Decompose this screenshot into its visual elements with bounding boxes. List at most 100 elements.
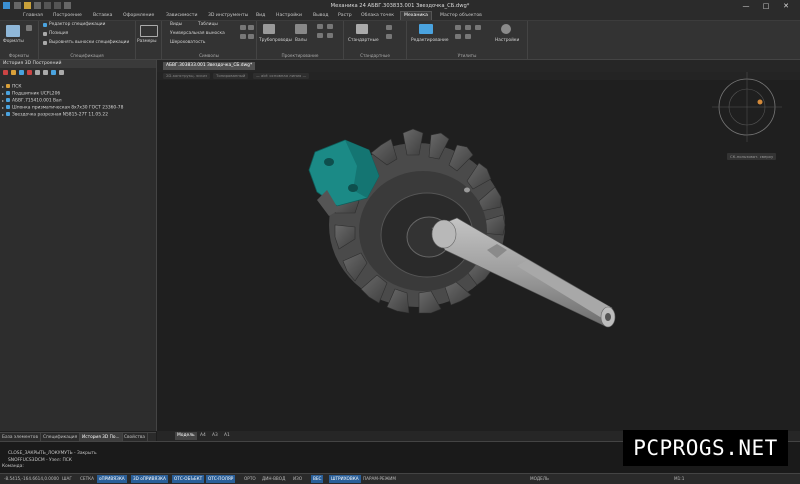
view-mode-shaded[interactable]: Тонированный (213, 73, 249, 79)
view-mode-sketch[interactable]: 2D-конструкц. эскиз (163, 73, 211, 79)
settings-button[interactable]: Настройки (495, 38, 519, 43)
tree-item[interactable]: Шпонка призматическая 8х7х30 ГОСТ 23360-… (6, 105, 123, 111)
utility-icon-5[interactable] (465, 34, 471, 39)
layout-tab-a1[interactable]: А1 (222, 432, 232, 440)
tab-3d-tools[interactable]: 3D инструменты (205, 12, 251, 20)
shafts-icon[interactable] (295, 24, 307, 34)
expand-arrow-icon[interactable]: ▸ (2, 91, 4, 96)
formats-button[interactable]: Форматы (3, 39, 24, 44)
spring-tool-icon[interactable] (327, 24, 333, 29)
tab-constraints[interactable]: Зависимости (163, 12, 200, 20)
model-viewport[interactable] (157, 72, 800, 431)
belt-tool-icon[interactable] (327, 33, 333, 38)
scale-selector[interactable]: М1:1 (672, 475, 686, 483)
tab-output[interactable]: Вывод (310, 12, 331, 20)
settings-gear-icon[interactable] (501, 24, 511, 34)
expand-arrow-icon[interactable]: ▸ (2, 112, 4, 117)
tab-settings[interactable]: Настройки (273, 12, 305, 20)
shafts-button[interactable]: Валы (295, 38, 307, 43)
toggle-lineweight[interactable]: ВЕС (311, 475, 324, 483)
symbol-tool-icon[interactable] (240, 25, 246, 30)
delete-icon[interactable] (27, 70, 32, 75)
toggle-ortho[interactable]: ОРТО (242, 475, 258, 483)
tab-mechanics[interactable]: Механика (400, 11, 432, 20)
close-button[interactable]: ✕ (776, 0, 796, 12)
toggle-param-mode[interactable]: ПАРАМ-РЕЖИМ (361, 475, 398, 483)
universal-leader-button[interactable]: Универсальная выноска (170, 31, 225, 36)
view-cube-icon[interactable] (712, 72, 782, 142)
hide-icon[interactable] (59, 70, 64, 75)
utility-icon-4[interactable] (455, 34, 461, 39)
tree-item[interactable]: АБВГ.715410.001 Вал (6, 98, 62, 104)
refresh-icon[interactable] (19, 70, 24, 75)
toggle-polar[interactable]: ОТС-ПОЛЯР (206, 475, 236, 483)
toggle-grid[interactable]: СЕТКА (78, 475, 96, 483)
edit-button[interactable]: Редактирование (411, 38, 449, 43)
toggle-snap[interactable]: ШАГ (60, 475, 74, 483)
document-tab[interactable]: АБВГ.303833.001 Звездочка_СБ.dwg* (163, 62, 256, 70)
minimize-button[interactable]: — (736, 0, 756, 12)
bearing-tool-icon[interactable] (317, 33, 323, 38)
pipelines-button[interactable]: Трубопроводы (259, 38, 292, 43)
expand-arrow-icon[interactable]: ▸ (2, 84, 4, 89)
expand-arrow-icon[interactable]: ▸ (2, 98, 4, 103)
dimensions-icon[interactable] (140, 25, 158, 37)
tree-item[interactable]: Звездочка разрезная N5815-27Т 11.05.22 (6, 112, 108, 118)
tab-object-wizard[interactable]: Мастер объектов (437, 12, 485, 20)
position-button[interactable]: Позиция (49, 31, 68, 36)
spec-editor-button[interactable]: Редактор спецификации (49, 22, 105, 27)
tree-item[interactable]: Подшипник UCFL206 (6, 91, 60, 97)
layout-tab-a4[interactable]: А4 (198, 432, 208, 440)
history-panel-title: История 3D Построений (0, 60, 156, 68)
tables-button[interactable]: Таблицы (198, 22, 218, 27)
assembly-model[interactable] (157, 80, 800, 431)
layout-tab-model[interactable]: Модель (175, 432, 197, 440)
toggle-osnap[interactable]: оПРИВЯЗКА (97, 475, 127, 483)
toggle-dyn-input[interactable]: ДИН-ВВОД (260, 475, 287, 483)
tab-point-clouds[interactable]: Облака точек (358, 12, 397, 20)
view-mode-layer[interactable]: — abf: основная линия — (253, 73, 310, 79)
utility-icon-2[interactable] (465, 25, 471, 30)
view-cube-label[interactable]: СК-пользоват. сверху (727, 153, 777, 160)
tab-view[interactable]: Вид (253, 12, 268, 20)
pipelines-icon[interactable] (263, 24, 275, 34)
expand-arrow-icon[interactable]: ▸ (2, 105, 4, 110)
gear-tool-icon[interactable] (317, 24, 323, 29)
formats-small-icon[interactable] (26, 25, 32, 31)
filter-icon[interactable] (3, 70, 8, 75)
tab-format[interactable]: Оформление (120, 12, 157, 20)
align-leaders-button[interactable]: Выровнять выноски спецификации (49, 40, 129, 45)
dimensions-button[interactable]: Размеры (137, 39, 157, 44)
toggle-otrack[interactable]: ОТС-ОБЪЕКТ (172, 475, 205, 483)
standard-parts-icon[interactable] (356, 24, 368, 34)
symbol-tool-icon-4[interactable] (248, 34, 254, 39)
views-button[interactable]: Виды (170, 22, 182, 27)
tab-main[interactable]: Главная (20, 12, 46, 20)
toggle-iso[interactable]: ИЗО (291, 475, 304, 483)
expand-icon[interactable] (35, 70, 40, 75)
formats-icon[interactable] (6, 25, 20, 37)
tree-item[interactable]: ПСК (6, 84, 22, 90)
layout-tab-a3[interactable]: А3 (210, 432, 220, 440)
tab-raster[interactable]: Растр (335, 12, 355, 20)
symbol-tool-icon-2[interactable] (248, 25, 254, 30)
toggle-3d-osnap[interactable]: 3D оПРИВЯЗКА (131, 475, 168, 483)
utility-icon-3[interactable] (475, 25, 481, 30)
standard-small-icon[interactable] (386, 25, 392, 30)
model-space-label[interactable]: МОДЕЛЬ (528, 475, 551, 483)
folder-icon[interactable] (11, 70, 16, 75)
standard-button[interactable]: Стандартные (348, 38, 379, 43)
toggle-hatch[interactable]: ШТРИХОВКА (329, 475, 361, 483)
tab-construction[interactable]: Построение (50, 12, 85, 20)
tab-insert[interactable]: Вставка (90, 12, 115, 20)
tree-item-label: ПСК (12, 84, 22, 90)
symbol-tool-icon-3[interactable] (240, 34, 246, 39)
edit-icon[interactable] (419, 24, 433, 34)
show-icon[interactable] (51, 70, 56, 75)
utility-icon[interactable] (455, 25, 461, 30)
tree-item-label: Шпонка призматическая 8х7х30 ГОСТ 23360-… (12, 105, 124, 111)
standard-small-icon-2[interactable] (386, 34, 392, 39)
collapse-icon[interactable] (43, 70, 48, 75)
maximize-button[interactable]: □ (756, 0, 776, 12)
roughness-button[interactable]: Шероховатость (170, 40, 205, 45)
